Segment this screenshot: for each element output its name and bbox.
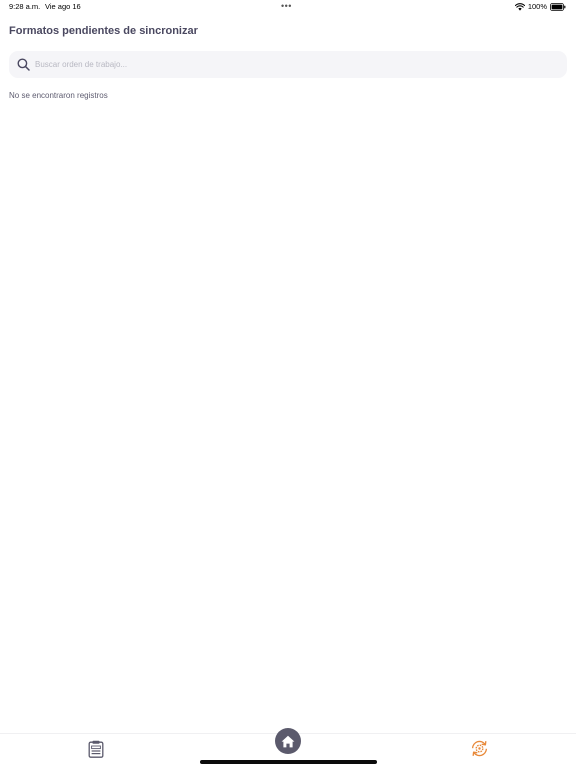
search-bar[interactable] xyxy=(9,51,567,78)
status-date: Vie ago 16 xyxy=(45,2,81,11)
search-input[interactable] xyxy=(35,51,555,78)
status-indicators: 100% xyxy=(514,2,566,11)
home-indicator[interactable] xyxy=(200,760,377,764)
bottom-tab-bar xyxy=(0,728,576,768)
wifi-icon xyxy=(514,2,525,11)
home-icon xyxy=(281,735,295,747)
page-title: Formatos pendientes de sincronizar xyxy=(9,25,198,37)
clipboard-icon[interactable] xyxy=(88,740,104,758)
sync-gear-icon[interactable] xyxy=(470,739,489,758)
status-time: 9:28 a.m. xyxy=(9,2,41,11)
empty-state-message: No se encontraron registros xyxy=(9,91,108,100)
search-icon xyxy=(17,58,30,71)
status-bar: 9:28 a.m. Vie ago 16 ••• 100% xyxy=(0,0,576,14)
battery-percent: 100% xyxy=(527,2,547,11)
multitasking-dots[interactable]: ••• xyxy=(281,1,292,11)
battery-icon xyxy=(550,2,566,11)
home-button[interactable] xyxy=(275,728,301,754)
